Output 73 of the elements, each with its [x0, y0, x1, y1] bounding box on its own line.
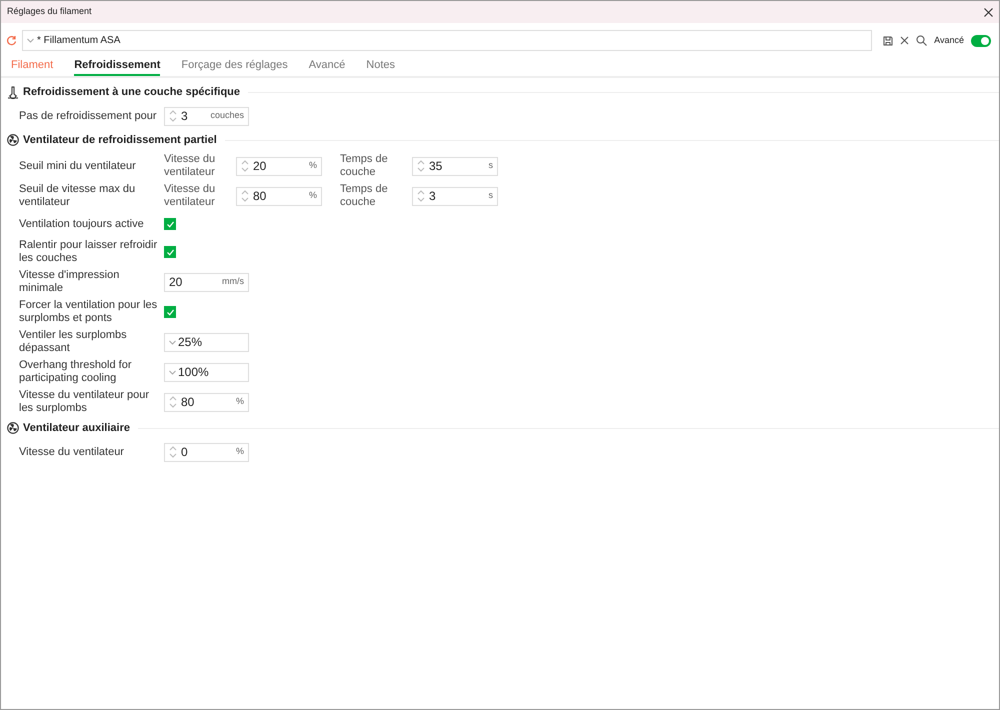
section-title: Ventilateur de refroidissement partiel — [23, 132, 217, 148]
field-caption: Vitesse du ventilateur — [164, 183, 216, 209]
number-field[interactable]: 0 % — [164, 442, 249, 462]
caret-icon — [169, 370, 176, 374]
section-title: Ventilateur auxiliaire — [23, 420, 130, 436]
spinner-icon[interactable] — [169, 444, 177, 460]
field-caption: Temps de couche — [340, 183, 389, 209]
checkbox[interactable] — [164, 306, 176, 318]
setting-label: Ralentir pour laisser refroidir les couches — [19, 239, 158, 265]
field-value: 0 — [181, 444, 189, 461]
setting-label: Overhang threshold for participating cooling — [19, 359, 133, 385]
tab[interactable]: Forçage des réglages — [181, 56, 288, 76]
setting-label: Vitesse du ventilateur pour les surplombs — [19, 389, 150, 415]
checkbox[interactable] — [164, 218, 176, 230]
dropdown-field[interactable]: 100% — [164, 362, 249, 382]
spinner-icon[interactable] — [241, 188, 249, 204]
preset-dropdown[interactable]: * Fillamentum ASA — [22, 30, 872, 51]
fan-icon — [7, 134, 19, 146]
spinner-icon[interactable] — [417, 158, 425, 174]
section-title: Refroidissement à une couche spécifique — [23, 84, 240, 100]
refresh-icon[interactable] — [6, 35, 17, 46]
unit-label: s — [488, 159, 493, 172]
setting-label: Ventilation toujours active — [19, 218, 145, 230]
checkbox[interactable] — [164, 246, 176, 258]
field-value: 20 — [169, 274, 184, 291]
window-title: Réglages du filament — [7, 5, 92, 18]
unit-label: % — [308, 159, 317, 172]
spinner-icon[interactable] — [241, 158, 249, 174]
number-field[interactable]: 3 s — [412, 186, 498, 206]
number-field[interactable]: 3 couches — [164, 106, 249, 126]
number-field[interactable]: 80 % — [236, 186, 322, 206]
setting-label: Vitesse du ventilateur — [19, 446, 125, 458]
unit-label: % — [236, 445, 244, 458]
unit-label: % — [236, 395, 244, 408]
caret-icon — [169, 340, 176, 344]
field-caption: Vitesse du ventilateur — [164, 153, 216, 179]
save-icon[interactable] — [883, 36, 894, 46]
unit-label: % — [308, 189, 317, 202]
dropdown-field[interactable]: 25% — [164, 332, 249, 352]
setting-label: Pas de refroidissement pour — [19, 110, 158, 122]
unit-label: s — [488, 189, 493, 202]
unit-label: mm/s — [222, 275, 244, 288]
unit-label: couches — [210, 109, 244, 122]
spinner-icon[interactable] — [417, 188, 425, 204]
setting-label: Ventiler les surplombs dépassant — [19, 329, 128, 355]
tab[interactable]: Notes — [366, 56, 396, 76]
spinner-icon[interactable] — [169, 394, 177, 410]
field-value: 80 — [181, 394, 196, 411]
toggle-switch[interactable] — [971, 34, 991, 46]
setting-label: Vitesse d'impression minimale — [19, 269, 120, 295]
field-value: 20 — [253, 158, 268, 175]
spinner-icon[interactable] — [169, 108, 177, 124]
setting-label: Seuil mini du ventilateur — [19, 160, 137, 172]
field-value: 80 — [253, 188, 268, 205]
field-caption: Temps de couche — [340, 153, 389, 179]
tab[interactable]: Refroidissement — [74, 56, 160, 76]
field-value: 3 — [429, 188, 437, 205]
number-field[interactable]: 80 % — [164, 392, 249, 412]
close-icon[interactable] — [900, 36, 910, 45]
number-field[interactable]: 35 s — [412, 156, 498, 176]
number-field[interactable]: 20 % — [236, 156, 322, 176]
tab[interactable]: Avancé — [308, 56, 346, 76]
setting-label: Forcer la ventilation pour les surplombs et ponts — [19, 299, 158, 325]
setting-label: Seuil de vitesse max du ventilateur — [19, 183, 136, 209]
search-icon[interactable] — [916, 35, 928, 46]
field-value: 35 — [429, 158, 444, 175]
caret-icon — [27, 38, 34, 43]
thermometer-icon — [7, 86, 19, 98]
number-field[interactable]: 20 mm/s — [164, 272, 249, 292]
fan-icon — [7, 422, 19, 434]
close-icon[interactable] — [984, 8, 993, 16]
advanced-label: Avancé — [934, 34, 964, 47]
field-value: 3 — [181, 108, 189, 125]
